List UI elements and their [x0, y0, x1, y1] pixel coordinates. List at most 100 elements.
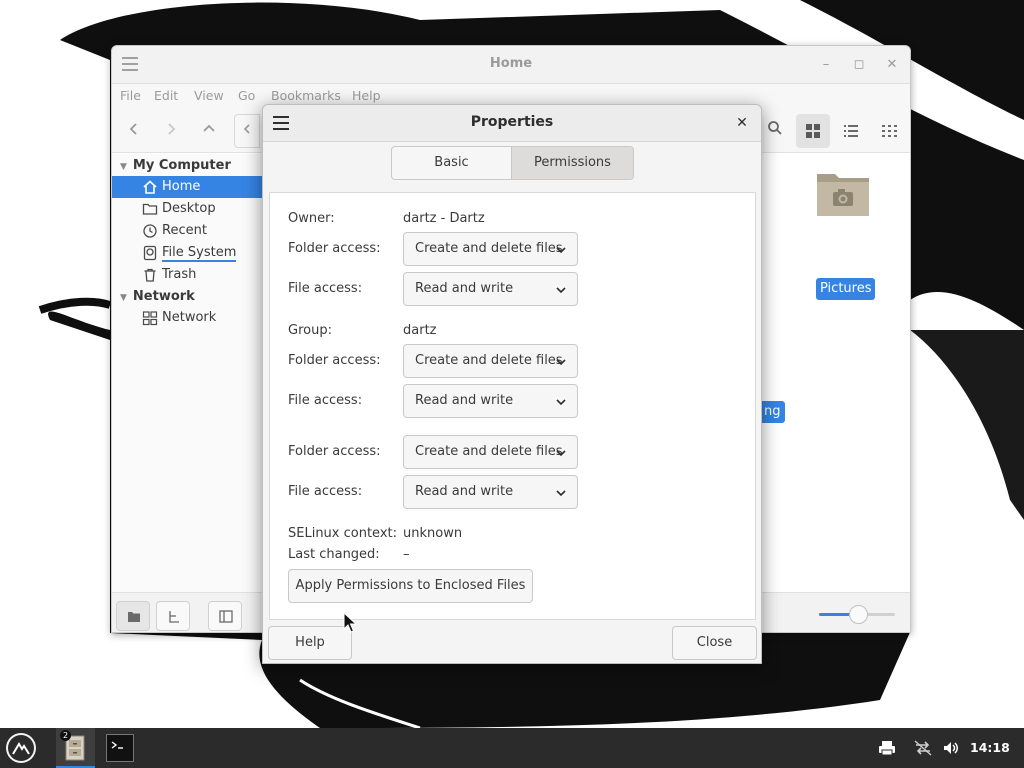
sidebar-item-label: File System [162, 245, 237, 262]
network-icon [142, 311, 158, 326]
apply-permissions-button[interactable]: Apply Permissions to Enclosed Files [288, 569, 533, 603]
sidebar-item-home[interactable]: Home [112, 176, 264, 198]
sidebar-section-label: My Computer [132, 158, 231, 173]
zoom-slider-handle[interactable] [849, 605, 868, 624]
maximize-icon[interactable]: ◻ [850, 56, 868, 74]
file-manager-titlebar[interactable]: Home – ◻ ✕ [112, 46, 910, 84]
tab-basic[interactable]: Basic [392, 147, 512, 179]
group-value: dartz [403, 323, 437, 338]
icon-view-icon[interactable] [796, 114, 830, 148]
launcher-logo-icon [8, 735, 34, 761]
back-icon[interactable] [118, 116, 150, 146]
close-button[interactable]: Close [672, 626, 757, 660]
mouse-cursor-icon [343, 612, 357, 633]
help-button[interactable]: Help [268, 626, 352, 660]
volume-icon[interactable] [942, 739, 960, 757]
owner-file-access-label: File access: [288, 281, 363, 296]
clock[interactable]: 14:18 [970, 740, 1010, 755]
sidebar-item-label: Trash [162, 267, 197, 282]
home-icon [143, 180, 157, 194]
close-icon[interactable]: ✕ [883, 56, 901, 74]
sidebar-item-recent[interactable]: Recent [112, 220, 264, 242]
close-icon[interactable]: ✕ [733, 114, 751, 132]
group-file-access-dropdown[interactable]: Read and write [403, 384, 578, 418]
printer-icon[interactable] [878, 740, 896, 756]
owner-file-access-dropdown[interactable]: Read and write [403, 272, 578, 306]
tab-permissions[interactable]: Permissions [512, 147, 633, 179]
pictures-folder-icon[interactable] [815, 168, 875, 222]
sidebar-item-file-system[interactable]: File System [112, 242, 264, 264]
taskbar-file-manager-button[interactable]: 2 [56, 728, 95, 768]
properties-dialog: Properties ✕ Basic Permissions Owner: da… [262, 104, 762, 664]
others-file-access-label: File access: [288, 484, 363, 499]
pictures-folder-label[interactable]: Pictures [816, 278, 876, 300]
sidebar-item-label: Network [162, 310, 217, 325]
sidebar-item-label: Desktop [162, 201, 216, 216]
owner-label: Owner: [288, 211, 335, 226]
permissions-panel: Owner: dartz - Dartz Folder access: Crea… [269, 192, 756, 620]
dropdown-value: Create and delete files [415, 353, 563, 368]
dropdown-value: Create and delete files [415, 241, 563, 256]
tab-bar: Basic Permissions [391, 146, 634, 180]
selinux-label: SELinux context: [288, 526, 398, 541]
path-left-icon[interactable] [234, 114, 260, 148]
terminal-icon [111, 741, 123, 749]
dropdown-value: Create and delete files [415, 444, 563, 459]
dialog-title: Properties [470, 114, 554, 130]
taskbar-terminal-button[interactable] [106, 734, 134, 762]
chevron-down-icon [556, 399, 566, 406]
list-view-icon[interactable] [834, 114, 868, 148]
owner-folder-access-dropdown[interactable]: Create and delete files [403, 232, 578, 266]
chevron-down-icon [556, 490, 566, 497]
sidebar-item-label: Home [162, 179, 201, 194]
selinux-value: unknown [403, 526, 463, 541]
clock-icon [143, 224, 157, 238]
chevron-down-icon [556, 247, 566, 254]
dropdown-value: Read and write [415, 281, 514, 296]
up-icon[interactable] [193, 116, 225, 146]
menu-edit[interactable]: Edit [154, 88, 178, 103]
app-menu-button[interactable] [6, 733, 36, 763]
sidebar-item-trash[interactable]: Trash [112, 264, 264, 286]
sidebar-section-my-computer[interactable]: ▼ My Computer [120, 158, 231, 173]
chevron-down-icon [556, 287, 566, 294]
chevron-down-icon [556, 359, 566, 366]
sidebar-item-label: Recent [162, 223, 207, 238]
window-count-badge: 2 [60, 730, 71, 741]
zoom-slider-track[interactable] [819, 605, 895, 624]
dialog-titlebar[interactable]: Properties ✕ [263, 105, 761, 142]
sidebar-section-network[interactable]: ▼ Network [120, 289, 195, 304]
show-tree-button[interactable] [156, 601, 190, 631]
group-folder-access-label: Folder access: [288, 353, 381, 368]
others-file-access-dropdown[interactable]: Read and write [403, 475, 578, 509]
menu-bookmarks[interactable]: Bookmarks [271, 88, 341, 103]
chevron-down-icon [556, 450, 566, 457]
last-changed-value: – [403, 547, 410, 562]
expander-icon: ▼ [120, 162, 127, 172]
owner-value: dartz - Dartz [403, 211, 485, 226]
group-folder-access-dropdown[interactable]: Create and delete files [403, 344, 578, 378]
selected-item-label[interactable]: ng [762, 401, 785, 423]
search-icon[interactable] [759, 116, 791, 146]
sidebar-item-network[interactable]: Network [112, 307, 264, 329]
menu-view[interactable]: View [194, 88, 224, 103]
group-label: Group: [288, 323, 332, 338]
menu-help[interactable]: Help [352, 88, 381, 103]
owner-folder-access-label: Folder access: [288, 241, 381, 256]
expander-icon: ▼ [120, 293, 127, 303]
toggle-sidebar-button[interactable] [208, 601, 242, 631]
dropdown-value: Read and write [415, 393, 514, 408]
others-folder-access-label: Folder access: [288, 444, 381, 459]
drive-icon [143, 245, 157, 261]
network-status-icon[interactable] [914, 740, 932, 756]
show-places-button[interactable] [116, 601, 150, 631]
minimize-icon[interactable]: – [817, 56, 835, 74]
others-folder-access-dropdown[interactable]: Create and delete files [403, 435, 578, 469]
sidebar-item-desktop[interactable]: Desktop [112, 198, 264, 220]
menu-file[interactable]: File [120, 88, 141, 103]
compact-view-icon[interactable] [872, 114, 906, 148]
menu-go[interactable]: Go [238, 88, 255, 103]
folder-icon [142, 203, 158, 215]
group-file-access-label: File access: [288, 393, 363, 408]
forward-icon[interactable] [155, 116, 187, 146]
